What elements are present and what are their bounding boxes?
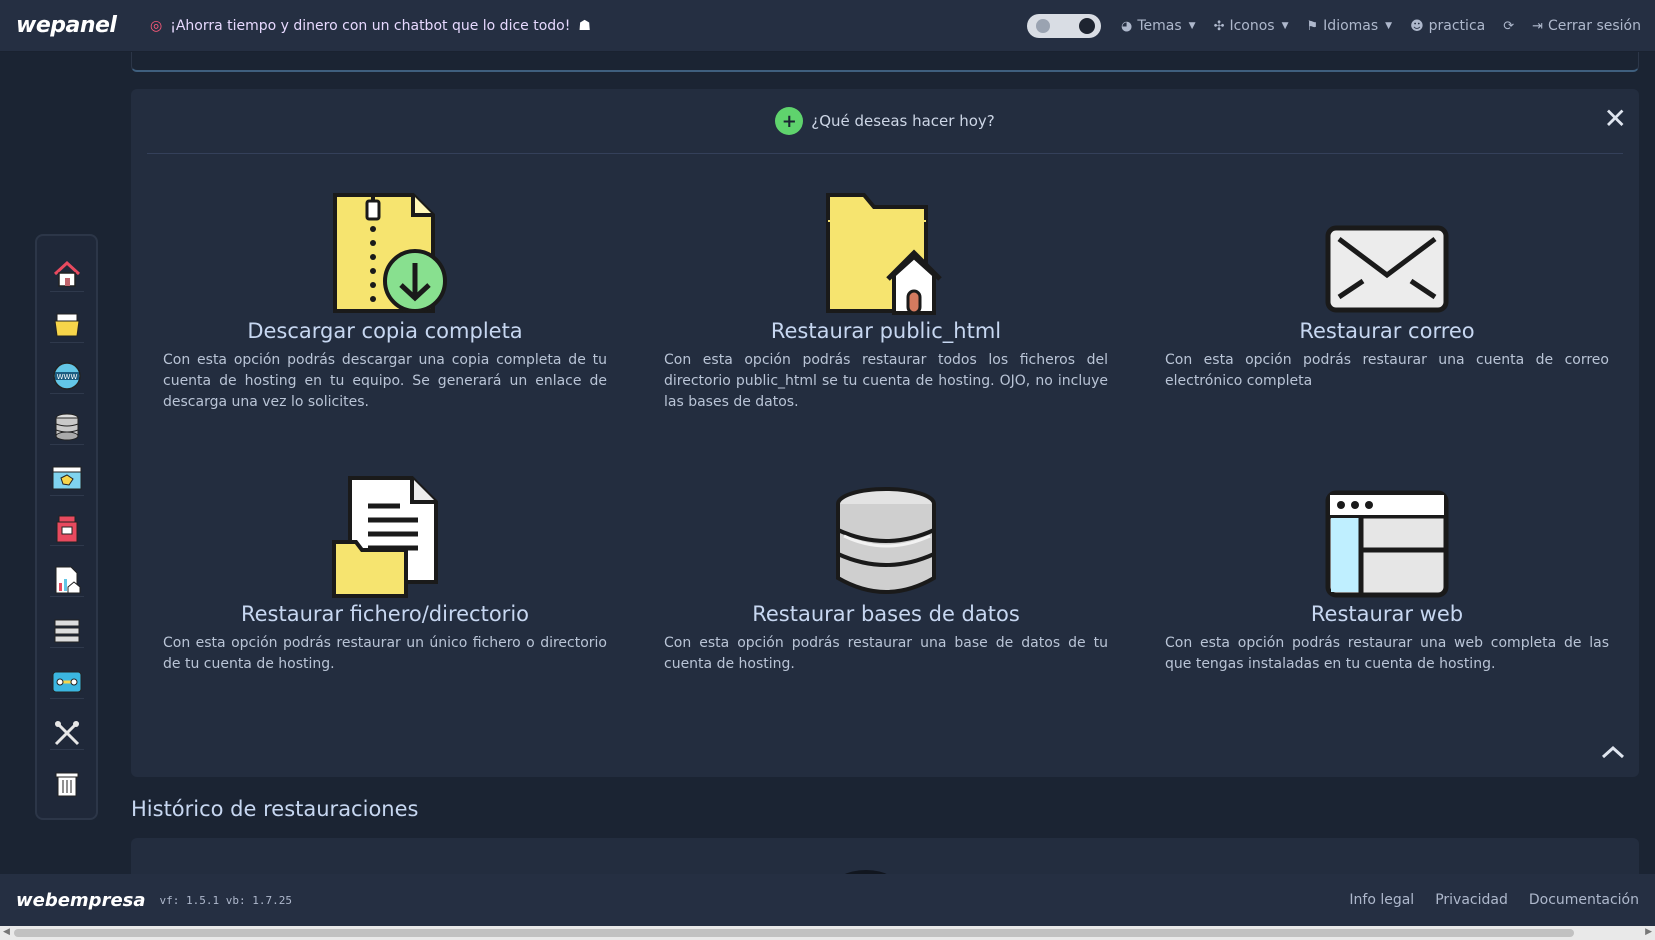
nav-idiomas-label: Idiomas <box>1323 18 1379 34</box>
sidebar-item-files[interactable] <box>49 309 84 343</box>
database-icon <box>834 470 938 598</box>
home-icon <box>53 261 80 288</box>
card-title[interactable]: Restaurar bases de datos <box>752 602 1020 626</box>
web-apps-icon <box>52 466 81 490</box>
card-title[interactable]: Restaurar correo <box>1299 319 1474 343</box>
nav-iconos-dropdown[interactable]: ✣ Iconos ▼ <box>1214 18 1289 34</box>
card-description: Con esta opción podrás restaurar un únic… <box>163 635 607 672</box>
card-descargar-copia[interactable]: Descargar copia completa Con esta opción… <box>163 187 607 413</box>
footer-link-privacidad[interactable]: Privacidad <box>1435 892 1508 908</box>
nav-temas-dropdown[interactable]: ◕ Temas ▼ <box>1121 18 1196 34</box>
card-description: Con esta opción podrás restaurar una cue… <box>1165 352 1609 389</box>
footer-link-documentacion[interactable]: Documentación <box>1529 892 1639 908</box>
footer-link-info-legal[interactable]: Info legal <box>1349 892 1414 908</box>
card-restaurar-public-html[interactable]: Restaurar public_html Con esta opción po… <box>664 187 1108 413</box>
close-icon[interactable]: ✕ <box>1604 105 1627 133</box>
webempresa-logo[interactable]: webempresa <box>16 890 146 911</box>
card-title[interactable]: Restaurar fichero/directorio <box>241 602 529 626</box>
folder-home-icon <box>824 187 948 315</box>
nav-user-label: practica <box>1428 18 1486 34</box>
nav-user-link[interactable]: ☻ practica <box>1410 18 1485 34</box>
toggle-knob <box>1079 18 1095 34</box>
domains-www-icon: WWW <box>52 362 81 391</box>
sidebar-item-ssh[interactable] <box>49 665 84 700</box>
svg-text:WWW: WWW <box>56 373 77 381</box>
nav-idiomas-dropdown[interactable]: ⚑ Idiomas ▼ <box>1307 18 1393 34</box>
sidebar-item-trash[interactable] <box>50 767 84 801</box>
caret-down-icon: ▼ <box>1385 21 1393 31</box>
horizontal-scrollbar[interactable]: ◀ ▶ <box>0 926 1655 940</box>
card-title[interactable]: Restaurar public_html <box>771 319 1001 343</box>
palette-icon: ◕ <box>1121 18 1133 34</box>
card-description: Con esta opción podrás restaurar una web… <box>1165 635 1609 672</box>
promo-banner[interactable]: ◎ ¡Ahorra tiempo y dinero con un chatbot… <box>150 18 591 34</box>
card-title[interactable]: Descargar copia completa <box>247 319 522 343</box>
clover-plus-icon: + <box>775 107 804 135</box>
caret-down-icon: ▼ <box>1188 21 1196 31</box>
version-text: vf: 1.5.1 vb: 1.7.25 <box>159 893 292 907</box>
database-icon <box>55 413 78 441</box>
card-restaurar-bases-datos[interactable]: Restaurar bases de datos Con esta opción… <box>664 470 1108 675</box>
refresh-icon: ⟳ <box>1503 18 1515 34</box>
tools-icon <box>54 720 79 745</box>
card-restaurar-web[interactable]: Restaurar web Con esta opción podrás res… <box>1165 470 1609 675</box>
nav-iconos-label: Iconos <box>1229 18 1275 34</box>
moon-icon <box>1036 19 1050 33</box>
previous-section-edge <box>131 52 1639 72</box>
card-restaurar-fichero[interactable]: Restaurar fichero/directorio Con esta op… <box>163 470 607 675</box>
trash-icon <box>55 772 78 797</box>
actions-panel: + ¿Qué deseas hacer hoy? ✕ Descargar cop… <box>131 89 1639 777</box>
ghost-icon: ☗ <box>578 17 591 34</box>
wepanel-logo[interactable]: wepanel <box>16 13 146 38</box>
panel-title: ¿Qué deseas hacer hoy? <box>811 112 995 130</box>
history-panel <box>131 838 1639 878</box>
nav-temas-label: Temas <box>1137 18 1182 34</box>
top-navbar: wepanel ◎ ¡Ahorra tiempo y dinero con un… <box>0 0 1655 52</box>
history-title: Histórico de restauraciones <box>131 797 419 821</box>
icons-icon: ✣ <box>1213 18 1225 34</box>
sidebar-item-home[interactable] <box>49 258 84 292</box>
sidebar-item-databases[interactable] <box>49 411 84 445</box>
theme-toggle[interactable] <box>1027 14 1101 38</box>
refresh-button[interactable]: ⟳ <box>1503 19 1514 34</box>
sidebar-item-mail[interactable] <box>49 513 84 547</box>
browser-window-icon <box>1325 470 1449 598</box>
mailbox-icon <box>56 515 77 543</box>
sidebar-item-tools[interactable] <box>49 716 84 751</box>
sidebar: WWW <box>35 234 98 820</box>
logout-icon: ⇥ <box>1532 18 1544 34</box>
file-manager-icon <box>53 313 80 337</box>
sidebar-item-stats[interactable] <box>49 563 84 598</box>
scroll-left-icon[interactable]: ◀ <box>3 927 10 937</box>
scrollbar-thumb[interactable] <box>14 929 1574 937</box>
footer: webempresa vf: 1.5.1 vb: 1.7.25 Info leg… <box>0 874 1655 926</box>
caret-down-icon: ▼ <box>1281 21 1289 31</box>
panel-header: + ¿Qué deseas hacer hoy? <box>147 89 1623 154</box>
card-description: Con esta opción podrás descargar una cop… <box>163 352 607 410</box>
sidebar-item-servers[interactable] <box>49 614 84 649</box>
sidebar-item-domains[interactable]: WWW <box>49 360 84 394</box>
logout-link[interactable]: ⇥ Cerrar sesión <box>1532 18 1641 34</box>
card-title[interactable]: Restaurar web <box>1311 602 1463 626</box>
logout-label: Cerrar sesión <box>1548 18 1641 34</box>
target-icon: ◎ <box>150 17 163 34</box>
card-description: Con esta opción podrás restaurar todos l… <box>664 352 1108 410</box>
stats-icon <box>55 566 80 594</box>
ssh-tunnel-icon <box>52 671 81 693</box>
flag-icon: ⚑ <box>1306 18 1319 34</box>
scroll-right-icon[interactable]: ▶ <box>1645 927 1652 937</box>
servers-icon <box>54 619 79 643</box>
envelope-icon <box>1325 187 1449 315</box>
user-gear-icon: ☻ <box>1410 18 1424 34</box>
file-folder-icon <box>330 470 440 598</box>
zip-download-icon <box>321 187 449 315</box>
card-restaurar-correo[interactable]: Restaurar correo Con esta opción podrás … <box>1165 187 1609 392</box>
sidebar-item-webapps[interactable] <box>49 462 84 496</box>
collapse-up-icon[interactable] <box>1601 744 1625 763</box>
promo-text[interactable]: ¡Ahorra tiempo y dinero con un chatbot q… <box>170 18 570 34</box>
card-description: Con esta opción podrás restaurar una bas… <box>664 635 1108 672</box>
